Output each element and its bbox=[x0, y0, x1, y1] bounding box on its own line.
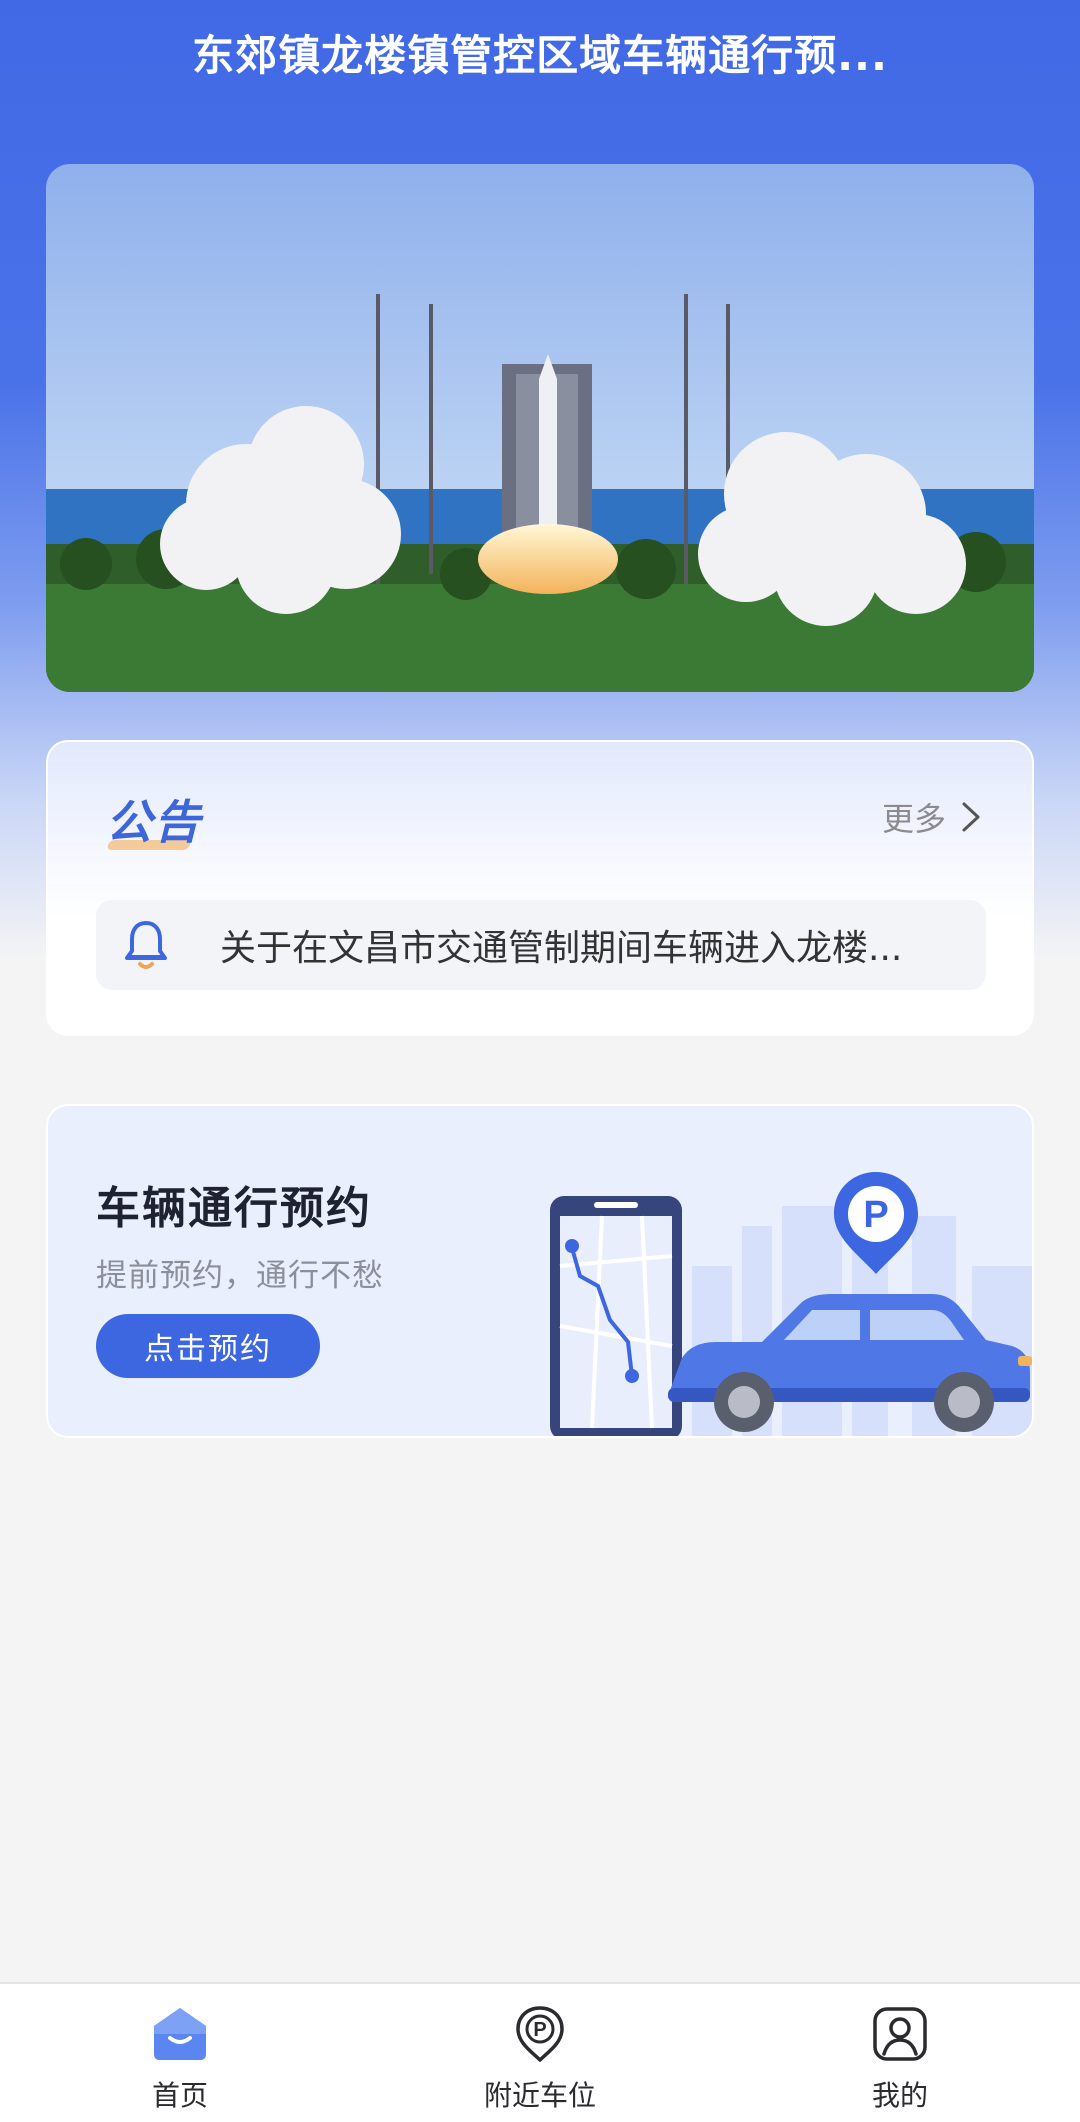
reservation-card: 车辆通行预约 提前预约，通行不愁 点击预约 P bbox=[46, 1104, 1034, 1438]
more-link[interactable]: 更多 bbox=[882, 794, 982, 840]
home-icon bbox=[154, 2008, 206, 2060]
more-label: 更多 bbox=[881, 800, 946, 838]
profile-icon bbox=[873, 2007, 927, 2061]
notice-item-text: 关于在文昌市交通管制期间车辆进入龙楼... bbox=[220, 928, 903, 969]
notice-title: 公告 bbox=[106, 795, 202, 849]
bottom-tab-bar: 首页 P 附近车位 我的 bbox=[0, 1982, 1080, 2122]
bell-icon bbox=[125, 921, 167, 969]
banner-image[interactable] bbox=[46, 164, 1034, 692]
chevron-right-icon bbox=[962, 802, 980, 832]
notice-card: 公告 更多 关于在文昌市交通管制期间车辆进入龙楼... bbox=[46, 740, 1034, 1036]
phone-map-car-parking-illustration: P bbox=[550, 1172, 1032, 1436]
tab-home-label: 首页 bbox=[151, 2079, 208, 2112]
home-page: 东郊镇龙楼镇管控区域车辆通行预... 公告 更多 关于在文昌市交通管制期间车辆进… bbox=[0, 0, 1080, 2122]
parking-pin-icon: P bbox=[516, 2006, 564, 2062]
notice-heading: 公告 bbox=[106, 786, 216, 856]
rocket-launch-photo bbox=[46, 164, 1034, 692]
tab-profile-label: 我的 bbox=[871, 2079, 928, 2112]
page-title: 东郊镇龙楼镇管控区域车辆通行预... bbox=[192, 31, 888, 80]
notice-item[interactable]: 关于在文昌市交通管制期间车辆进入龙楼... bbox=[96, 900, 986, 990]
reservation-title: 车辆通行预约 bbox=[96, 1183, 372, 1234]
reservation-subtitle: 提前预约，通行不愁 bbox=[96, 1258, 384, 1294]
svg-text:P: P bbox=[533, 2019, 546, 2041]
tab-home[interactable]: 首页 bbox=[0, 1984, 360, 2122]
tab-nearby-parking[interactable]: P 附近车位 bbox=[360, 1984, 720, 2122]
tab-nearby-parking-label: 附近车位 bbox=[483, 2079, 596, 2112]
tab-profile[interactable]: 我的 bbox=[720, 1984, 1080, 2122]
svg-text:P: P bbox=[863, 1194, 888, 1236]
reserve-button[interactable]: 点击预约 bbox=[96, 1314, 320, 1378]
